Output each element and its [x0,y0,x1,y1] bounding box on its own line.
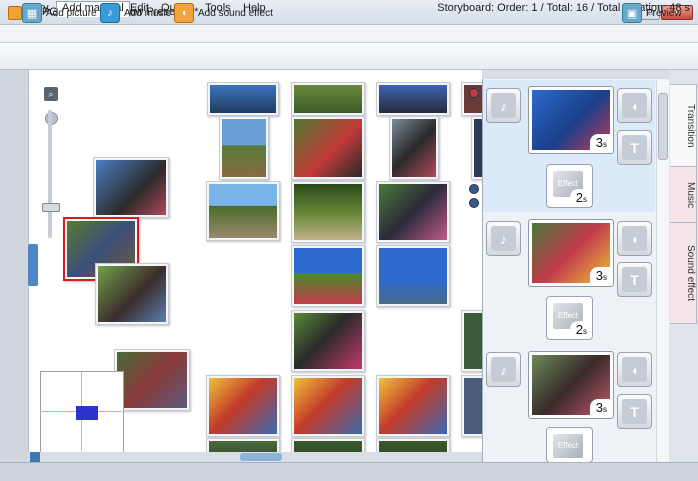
photo-thumbnail[interactable] [207,82,279,116]
add-music-label: Add music [124,7,171,19]
minimap-viewport[interactable] [76,406,98,420]
clip-duration: 3s [589,267,610,283]
music-slot-button[interactable]: ♪ [486,88,521,123]
panel-grip[interactable] [482,70,669,79]
effect-button[interactable]: Effect 2s [546,296,593,340]
add-sound-effect-label: Add sound effect [198,7,273,19]
transition-text-button[interactable]: T [617,394,652,429]
text-icon: T [622,135,647,160]
photo-thumbnail[interactable] [219,116,269,180]
music-note-icon: ♪ [491,93,516,118]
clip-duration: 3s [589,399,610,415]
effect-icon: Effect [553,434,583,458]
preview-label: Preview [646,7,682,19]
tab-transition[interactable]: Transition [670,84,697,168]
speaker-icon: ◖ [174,3,194,23]
clip-duration: 3s [589,134,610,150]
photo-thumbnail[interactable] [291,310,365,372]
zoom-slider-track[interactable] [48,110,52,238]
photo-thumbnail[interactable] [291,375,365,437]
music-note-icon: ♪ [100,3,120,23]
speaker-icon: ◖ [622,357,647,382]
photo-thumbnail[interactable] [376,245,450,307]
effect-button[interactable]: Effect [546,427,593,463]
effect-duration: 2s [569,321,590,337]
transition-text-button[interactable]: T [617,262,652,297]
photo-thumbnail[interactable] [93,157,169,218]
photo-thumbnail[interactable] [461,375,483,437]
speaker-icon: ◖ [622,226,647,251]
music-note-icon: ♪ [491,226,516,251]
photo-thumbnail[interactable] [376,375,450,437]
photo-thumbnail[interactable] [291,116,365,180]
photo-thumbnail[interactable] [461,82,483,116]
sound-slot-button[interactable]: ◖ [617,352,652,387]
speaker-icon: ◖ [622,93,647,118]
link-ring-icon [469,184,479,194]
photo-thumbnail[interactable] [389,116,439,180]
photo-thumbnail[interactable] [291,245,365,307]
music-note-icon: ♪ [491,357,516,382]
photo-thumbnail[interactable] [95,263,169,325]
effect-duration: 2s [569,189,590,205]
tab-sound-effect[interactable]: Sound effect [670,222,697,324]
storyboard-clip[interactable]: 3s [528,86,614,154]
music-slot-button[interactable]: ♪ [486,352,521,387]
text-icon: T [622,267,647,292]
horizontal-scroll-thumb[interactable] [240,453,282,461]
sound-slot-button[interactable]: ◖ [617,88,652,123]
photo-thumbnail[interactable] [206,375,280,437]
zoom-slider-thumb[interactable] [42,203,60,212]
photo-thumbnail[interactable] [461,310,483,372]
status-bar [0,462,698,481]
toolbar [0,43,698,70]
link-ring-icon [469,198,479,208]
tab-music[interactable]: Music [670,166,697,224]
add-picture-button[interactable]: ▦ Add picture [22,3,97,23]
side-navigator-handle[interactable] [28,244,38,286]
add-music-button[interactable]: ♪ Add music [100,3,171,23]
photo-thumbnail[interactable] [206,181,280,241]
remove-icon[interactable] [469,88,479,98]
picture-icon: ▦ [22,3,42,23]
music-slot-button[interactable]: ♪ [486,221,521,256]
effect-button[interactable]: Effect 2s [546,164,593,208]
menu-bar [0,25,698,43]
fit-view-icon[interactable] [30,452,40,462]
photo-thumbnail[interactable] [291,82,365,116]
sound-slot-button[interactable]: ◖ [617,221,652,256]
photo-thumbnail[interactable] [376,181,450,243]
storyboard-clip[interactable]: 3s [528,219,614,287]
photo-thumbnail[interactable] [114,349,190,411]
zoom-icon[interactable]: ⌕ [44,87,58,101]
text-icon: T [622,399,647,424]
add-sound-effect-button[interactable]: ◖ Add sound effect [174,3,273,23]
photo-thumbnail[interactable] [291,181,365,243]
storyboard-clip[interactable]: 3s [528,351,614,419]
monitor-icon: ▣ [622,3,642,23]
transition-text-button[interactable]: T [617,130,652,165]
photo-thumbnail[interactable] [376,82,450,116]
add-picture-label: Add picture [46,7,97,19]
preview-button[interactable]: ▣ Preview [622,3,682,23]
panel-scroll-thumb[interactable] [658,93,668,160]
